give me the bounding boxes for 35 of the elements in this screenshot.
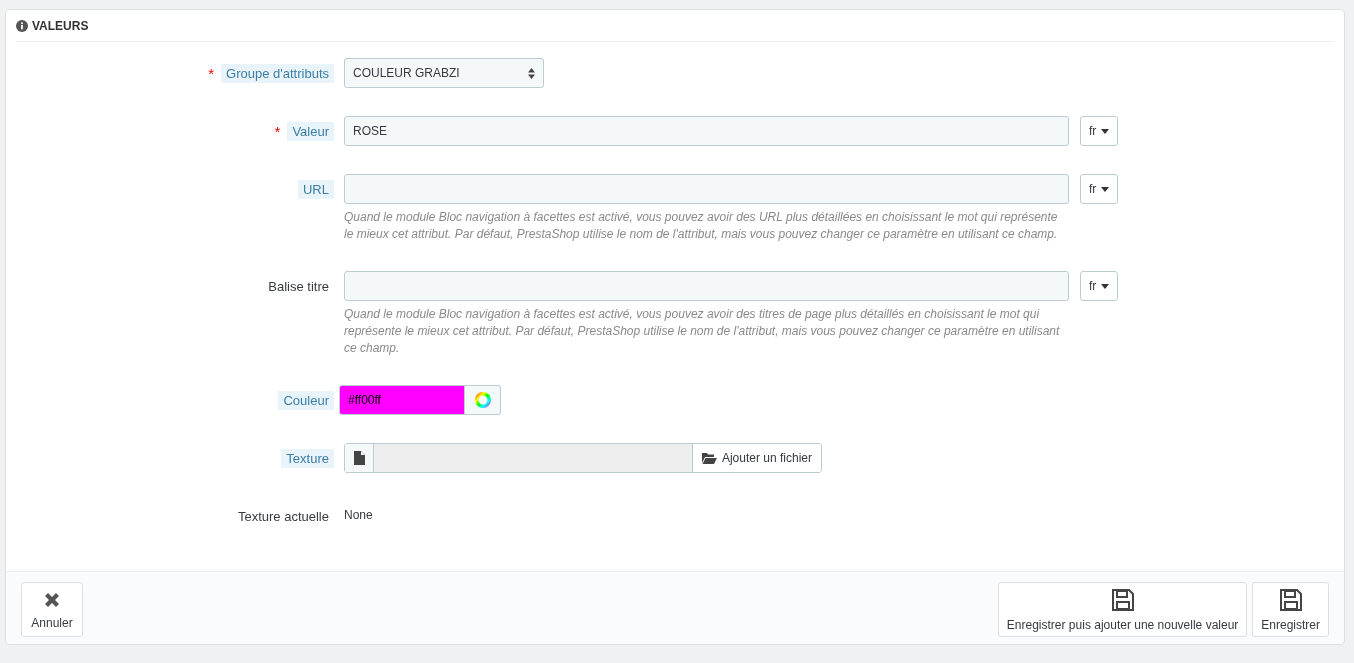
cancel-button[interactable]: Annuler <box>21 582 83 637</box>
field-label: Texture <box>281 448 334 468</box>
field-label: Balise titre <box>267 277 330 296</box>
field-label: Couleur <box>278 390 334 410</box>
color-input[interactable]: #ff00ff <box>339 385 465 415</box>
text-input[interactable] <box>344 174 1069 204</box>
field-label: URL <box>298 179 334 199</box>
field-value: None <box>344 508 373 524</box>
file-input[interactable]: Ajouter un fichier <box>344 443 822 473</box>
color-wheel-icon <box>474 392 491 408</box>
field-label: Valeur <box>287 121 334 141</box>
add-file-button[interactable]: Ajouter un fichier <box>691 444 821 472</box>
info-icon <box>16 19 28 32</box>
language-dropdown[interactable]: fr <box>1080 116 1119 146</box>
file-icon <box>353 451 365 465</box>
help-text: Quand le module Bloc navigation à facettes est activé, vous pouvez avoir des titres de page plus détaillés en choisissant le mot qui représente le mieux cet attribut. Par défaut, PrestaShop utilise le nom de l'attribut, mais vous pouvez changer ce paramètre en utilisant ce champ. <box>344 306 1061 357</box>
language-dropdown[interactable]: fr <box>1080 174 1119 204</box>
color-picker-button[interactable] <box>465 385 501 415</box>
folder-icon <box>701 452 717 464</box>
select-dropdown[interactable]: COULEUR GRABZI <box>344 58 544 88</box>
text-input[interactable] <box>344 271 1069 301</box>
caret-icon <box>1101 283 1110 289</box>
text-input[interactable]: ROSE <box>344 116 1069 146</box>
panel-title: VALEURS <box>32 18 89 33</box>
caret-icon <box>1101 186 1110 192</box>
language-dropdown[interactable]: fr <box>1080 271 1119 301</box>
field-label: Groupe d'attributs <box>221 63 334 83</box>
sort-arrows-icon <box>528 67 535 79</box>
save-button[interactable]: Enregistrer puis ajouter une nouvelle valeur <box>997 582 1248 637</box>
required-mark: * <box>274 122 281 140</box>
caret-icon <box>1101 128 1110 134</box>
required-mark: * <box>208 64 215 82</box>
help-text: Quand le module Bloc navigation à facettes est activé, vous pouvez avoir des URL plus détaillées en choisissant le mot qui représente le mieux cet attribut. Par défaut, PrestaShop utilise le nom de l'attribut, mais vous pouvez changer ce paramètre en utilisant ce champ. <box>344 209 1059 243</box>
field-label: Texture actuelle <box>236 508 330 526</box>
save-button[interactable]: Enregistrer <box>1252 582 1329 637</box>
